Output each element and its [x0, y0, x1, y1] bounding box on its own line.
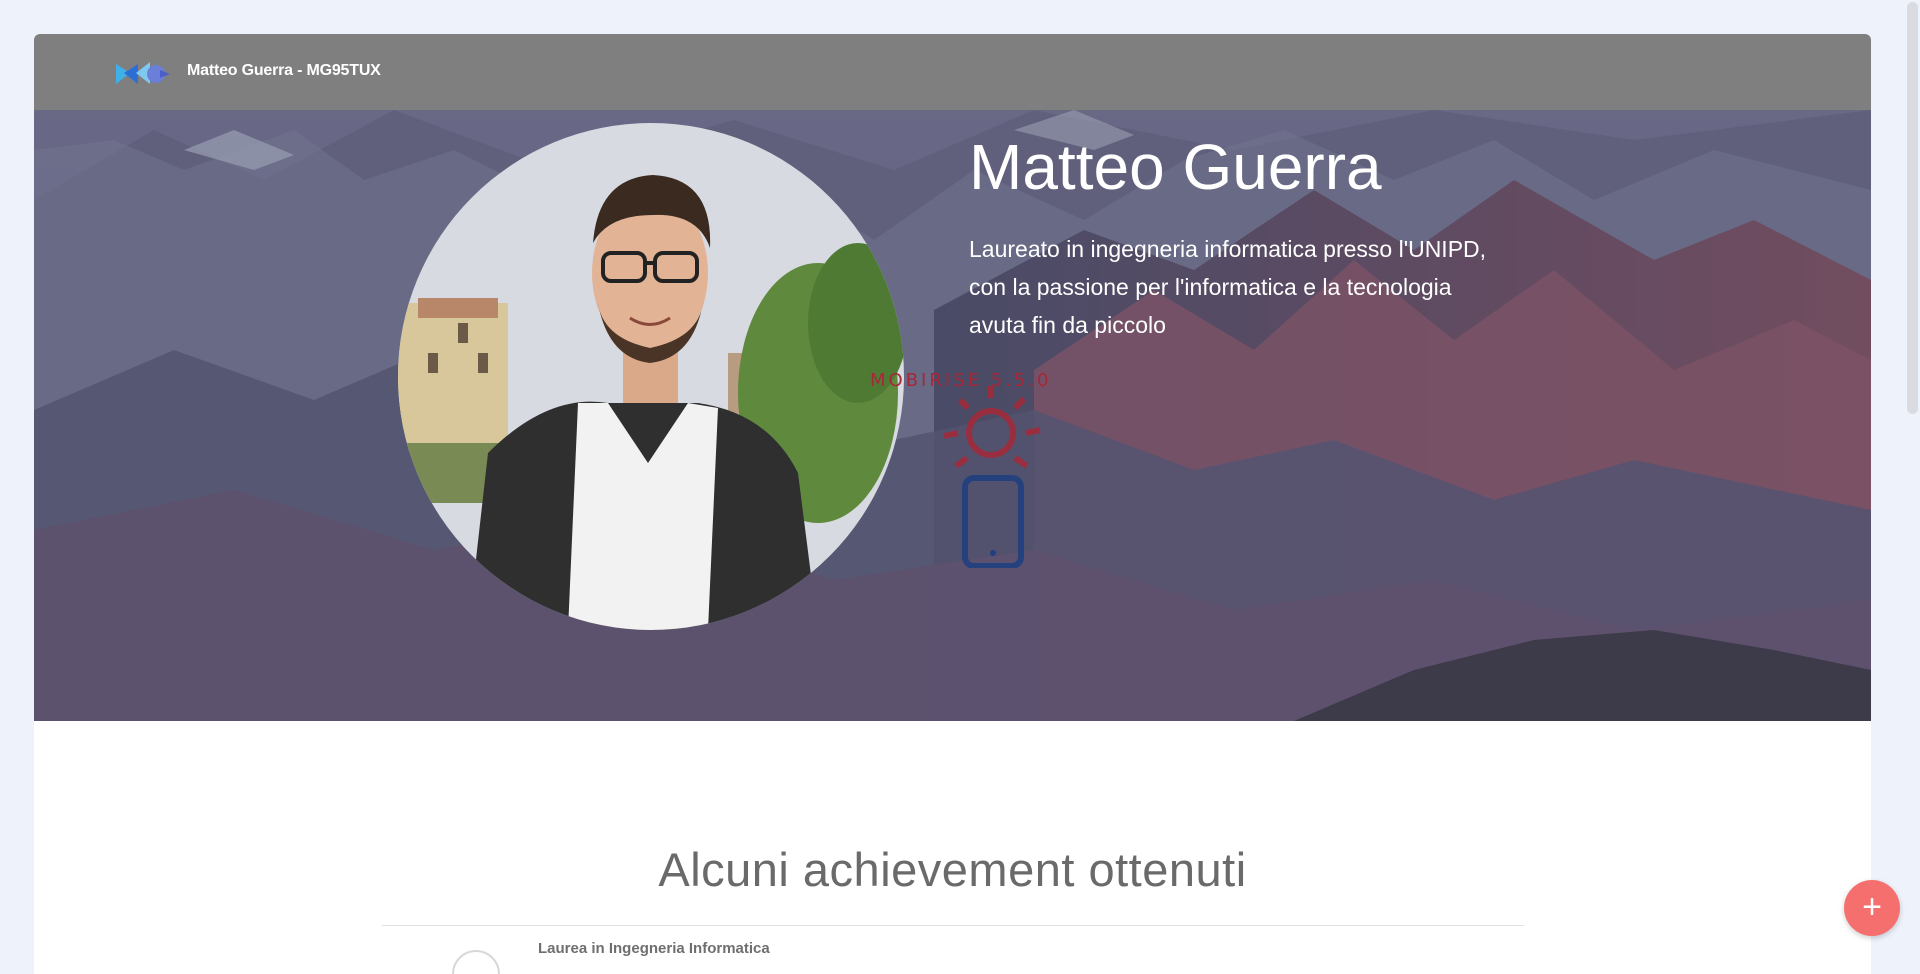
- add-button[interactable]: +: [1844, 880, 1900, 936]
- brand-name[interactable]: Matteo Guerra - MG95TUX: [187, 62, 381, 80]
- achievement-title: Laurea in Ingegneria Informatica: [538, 940, 770, 957]
- navbar: Matteo Guerra - MG95TUX: [34, 34, 1871, 110]
- profile-photo: [398, 123, 904, 630]
- mobirise-watermark: MOBIRISE 5.5.0: [870, 370, 1052, 391]
- plus-icon: +: [1862, 888, 1882, 926]
- scrollbar-thumb[interactable]: [1907, 2, 1918, 414]
- achievement-item: Laurea in Ingegneria Informatica: [452, 940, 1452, 974]
- hero-section: Matteo Guerra Laureato in ingegneria inf…: [34, 110, 1871, 721]
- achievements-divider: [382, 925, 1524, 926]
- page-frame: Matteo Guerra - MG95TUX Matteo Guerra La…: [34, 34, 1871, 974]
- achievement-icon: [452, 950, 500, 974]
- achievements-title: Alcuni achievement ottenuti: [658, 843, 1247, 896]
- hero-title: Matteo Guerra: [969, 131, 1382, 203]
- hero-description: Laureato in ingegneria informatica press…: [969, 236, 1487, 338]
- mobirise-logo-icon[interactable]: [116, 60, 170, 86]
